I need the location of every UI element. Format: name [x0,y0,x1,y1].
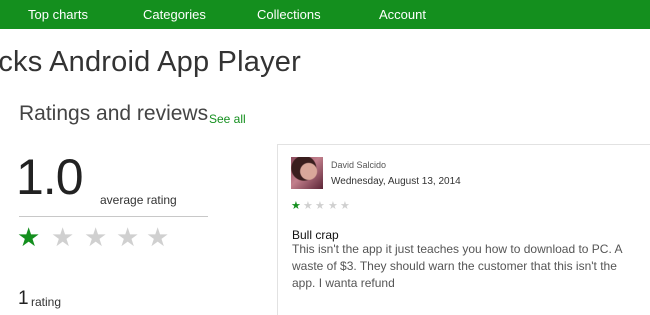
avatar [291,157,323,189]
average-rating-value: 1.0 [16,149,84,205]
review-body: This isn't the app it just teaches you h… [292,242,622,290]
review-star-3-icon: ★ [315,200,325,212]
review-date: Wednesday, August 13, 2014 [331,176,461,187]
nav-top-charts[interactable]: Top charts [28,7,88,22]
review-star-2-icon: ★ [303,200,313,212]
average-star-1-icon: ★ [17,222,41,252]
nav-categories[interactable]: Categories [143,7,206,22]
reviewer-name: David Salcido [331,160,387,170]
rating-count-label: rating [31,295,62,309]
top-nav-bar: Top charts Categories Collections Accoun… [0,0,650,29]
ratings-heading: Ratings and reviews [19,102,209,125]
average-star-2-icon: ★ [51,222,75,252]
average-star-5-icon: ★ [146,222,170,252]
rating-divider [19,216,208,217]
average-star-4-icon: ★ [116,222,140,252]
average-rating-label: average rating [100,193,177,207]
review-title: Bull crap [292,228,339,242]
review-star-1-icon: ★ [291,200,301,212]
nav-collections[interactable]: Collections [257,7,321,22]
nav-account[interactable]: Account [379,7,426,22]
app-title: acks Android App Player [0,46,301,78]
review-star-4-icon: ★ [328,200,338,212]
rating-count: 1 [18,288,29,309]
average-star-3-icon: ★ [84,222,108,252]
review-star-5-icon: ★ [340,200,350,212]
see-all-link[interactable]: See all [209,112,246,126]
